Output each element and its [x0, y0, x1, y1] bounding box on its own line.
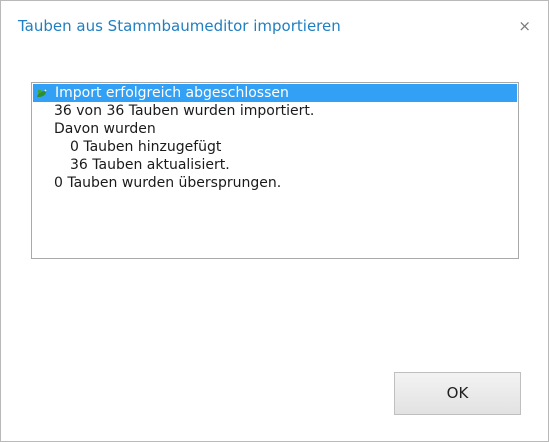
list-item-text: 0 Tauben hinzugefügt — [70, 139, 222, 155]
list-item-text: 36 von 36 Tauben wurden importiert. — [54, 103, 315, 119]
dialog-title: Tauben aus Stammbaumeditor importieren — [18, 17, 341, 35]
list-item-text: Import erfolgreich abgeschlossen — [55, 85, 289, 101]
list-item-text: 0 Tauben wurden übersprungen. — [54, 175, 282, 191]
list-item-text: Davon wurden — [54, 121, 156, 137]
close-icon[interactable]: × — [518, 17, 531, 35]
pigeon-icon — [37, 89, 47, 97]
import-dialog: Tauben aus Stammbaumeditor importieren ×… — [0, 0, 549, 442]
list-item-text: 36 Tauben aktualisiert. — [70, 157, 230, 173]
list-item[interactable]: Import erfolgreich abgeschlossen — [33, 84, 517, 102]
ok-button[interactable]: OK — [394, 372, 521, 415]
import-log-list[interactable]: Import erfolgreich abgeschlossen 36 von … — [31, 82, 519, 259]
